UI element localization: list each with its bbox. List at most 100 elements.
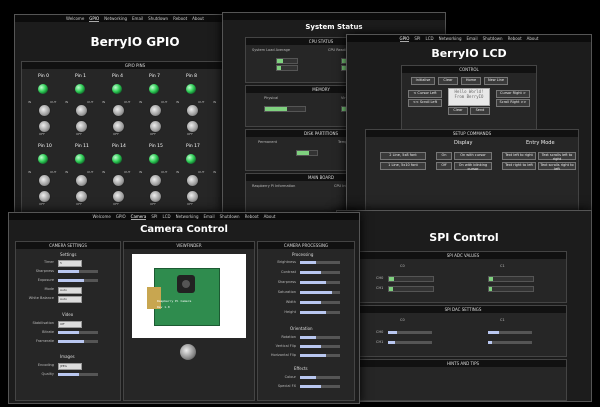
- clear-button[interactable]: Clear: [438, 77, 458, 85]
- nav-reboot[interactable]: Reboot: [245, 213, 259, 220]
- mode-knob-icon[interactable]: [112, 104, 125, 117]
- nav-gpio[interactable]: GPIO: [399, 35, 410, 42]
- setting-slider[interactable]: [300, 300, 340, 304]
- display-on-button[interactable]: On: [436, 152, 452, 160]
- pin-led-icon[interactable]: [38, 84, 48, 94]
- setting-slider[interactable]: [300, 344, 340, 348]
- panel-header: VIEWFINDER: [124, 242, 254, 249]
- setting-slider[interactable]: [58, 339, 98, 343]
- setting-label: Horizontal Flip: [270, 353, 296, 357]
- dac-slider[interactable]: [388, 331, 432, 334]
- mode-knob-icon[interactable]: [186, 174, 199, 187]
- pin-led-icon[interactable]: [75, 84, 85, 94]
- setting-slider[interactable]: [300, 384, 340, 388]
- pin-led-icon[interactable]: [112, 84, 122, 94]
- on-cursor-button[interactable]: On with cursor: [454, 152, 492, 160]
- pin-led-icon[interactable]: [149, 154, 159, 164]
- nav-gpio[interactable]: GPIO: [89, 15, 100, 22]
- scroll-rtl-button[interactable]: Text scrolls right to left: [538, 162, 576, 171]
- home-button[interactable]: Home: [461, 77, 481, 85]
- lcd-text-display[interactable]: Hello World! From BerryIO: [448, 88, 490, 106]
- scroll-left-button[interactable]: << Scroll Left: [408, 99, 442, 107]
- setting-slider[interactable]: [300, 375, 340, 379]
- setting-slider[interactable]: [58, 278, 98, 282]
- cursor-right-button[interactable]: Cursor Right >: [496, 90, 530, 98]
- dac-slider[interactable]: [488, 341, 532, 344]
- nav-about[interactable]: About: [527, 35, 539, 42]
- setting-slider[interactable]: [300, 353, 340, 357]
- images-group-label: Images: [60, 354, 75, 359]
- setting-select[interactable]: Off: [58, 320, 82, 328]
- setting-slider[interactable]: [300, 280, 340, 284]
- ltr-button[interactable]: Text left to right: [502, 152, 536, 160]
- setup-1line-button[interactable]: 1 Line, 5x10 font: [380, 162, 426, 170]
- nav-spi[interactable]: SPI: [151, 213, 157, 220]
- nav-networking[interactable]: Networking: [176, 213, 199, 220]
- pin-off-label: OFF: [187, 202, 193, 206]
- setting-slider[interactable]: [58, 330, 98, 334]
- nav-lcd[interactable]: LCD: [426, 35, 434, 42]
- pin-led-icon[interactable]: [112, 154, 122, 164]
- setting-select[interactable]: JPEG: [58, 362, 82, 370]
- pin-led-icon[interactable]: [149, 84, 159, 94]
- pin-led-icon[interactable]: [186, 84, 196, 94]
- setting-slider[interactable]: [300, 260, 340, 264]
- nav-email[interactable]: Email: [132, 15, 143, 22]
- nav-shutdown[interactable]: Shutdown: [483, 35, 503, 42]
- dac-slider[interactable]: [388, 341, 432, 344]
- nav-gpio[interactable]: GPIO: [116, 213, 126, 220]
- nav-about[interactable]: About: [264, 213, 276, 220]
- mode-knob-icon[interactable]: [75, 104, 88, 117]
- pin-in-label: IN: [139, 100, 143, 104]
- nav-welcome[interactable]: Welcome: [66, 15, 84, 22]
- initialise-button[interactable]: Initialise: [411, 77, 435, 85]
- pin-label: Pin 0: [38, 74, 50, 79]
- setting-slider[interactable]: [300, 310, 340, 314]
- display-off-button[interactable]: Off: [436, 162, 452, 170]
- rtl-button[interactable]: Text right to left: [502, 162, 536, 170]
- camera-shutter-icon[interactable]: [180, 344, 196, 360]
- on-blink-button[interactable]: On with blinking cursor: [454, 162, 492, 171]
- mode-knob-icon[interactable]: [75, 174, 88, 187]
- scroll-ltr-button[interactable]: Text scrolls left to right: [538, 152, 576, 161]
- nav-shutdown[interactable]: Shutdown: [220, 213, 240, 220]
- scroll-right-button[interactable]: Scroll Right >>: [496, 99, 530, 107]
- setting-slider[interactable]: [300, 270, 340, 274]
- nav-networking[interactable]: Networking: [104, 15, 127, 22]
- mode-knob-icon[interactable]: [186, 104, 199, 117]
- setting-slider[interactable]: [300, 290, 340, 294]
- setting-select[interactable]: Auto: [58, 295, 82, 303]
- nav-spi[interactable]: SPI: [414, 35, 420, 42]
- nav-reboot[interactable]: Reboot: [173, 15, 187, 22]
- dac-slider[interactable]: [488, 331, 532, 334]
- nav-lcd[interactable]: LCD: [163, 213, 171, 220]
- nav-networking[interactable]: Networking: [439, 35, 462, 42]
- setting-slider[interactable]: [300, 335, 340, 339]
- nav-reboot[interactable]: Reboot: [508, 35, 522, 42]
- setting-slider[interactable]: [58, 372, 98, 376]
- lcd-clear-button[interactable]: Clear: [448, 107, 468, 115]
- nav-shutdown[interactable]: Shutdown: [148, 15, 168, 22]
- pin-label: Pin 1: [75, 74, 87, 79]
- mode-knob-icon[interactable]: [149, 174, 162, 187]
- pin-out-label: OUT: [161, 100, 168, 104]
- nav-email[interactable]: Email: [204, 213, 215, 220]
- setting-select[interactable]: 5: [58, 259, 82, 267]
- setting-slider[interactable]: [58, 269, 98, 273]
- cursor-left-button[interactable]: < Cursor Left: [408, 90, 442, 98]
- pin-led-icon[interactable]: [186, 154, 196, 164]
- mode-knob-icon[interactable]: [38, 174, 51, 187]
- pin-led-icon[interactable]: [75, 154, 85, 164]
- nav-camera[interactable]: Camera: [130, 213, 147, 220]
- mode-knob-icon[interactable]: [149, 104, 162, 117]
- setup-2line-button[interactable]: 2 Line, 5x8 font: [380, 152, 426, 160]
- mode-knob-icon[interactable]: [112, 174, 125, 187]
- send-button[interactable]: Send: [470, 107, 490, 115]
- pin-led-icon[interactable]: [38, 154, 48, 164]
- nav-email[interactable]: Email: [467, 35, 478, 42]
- nav-welcome[interactable]: Welcome: [93, 213, 111, 220]
- setting-select[interactable]: Auto: [58, 286, 82, 294]
- new-line-button[interactable]: New Line: [484, 77, 508, 85]
- nav-about[interactable]: About: [192, 15, 204, 22]
- mode-knob-icon[interactable]: [38, 104, 51, 117]
